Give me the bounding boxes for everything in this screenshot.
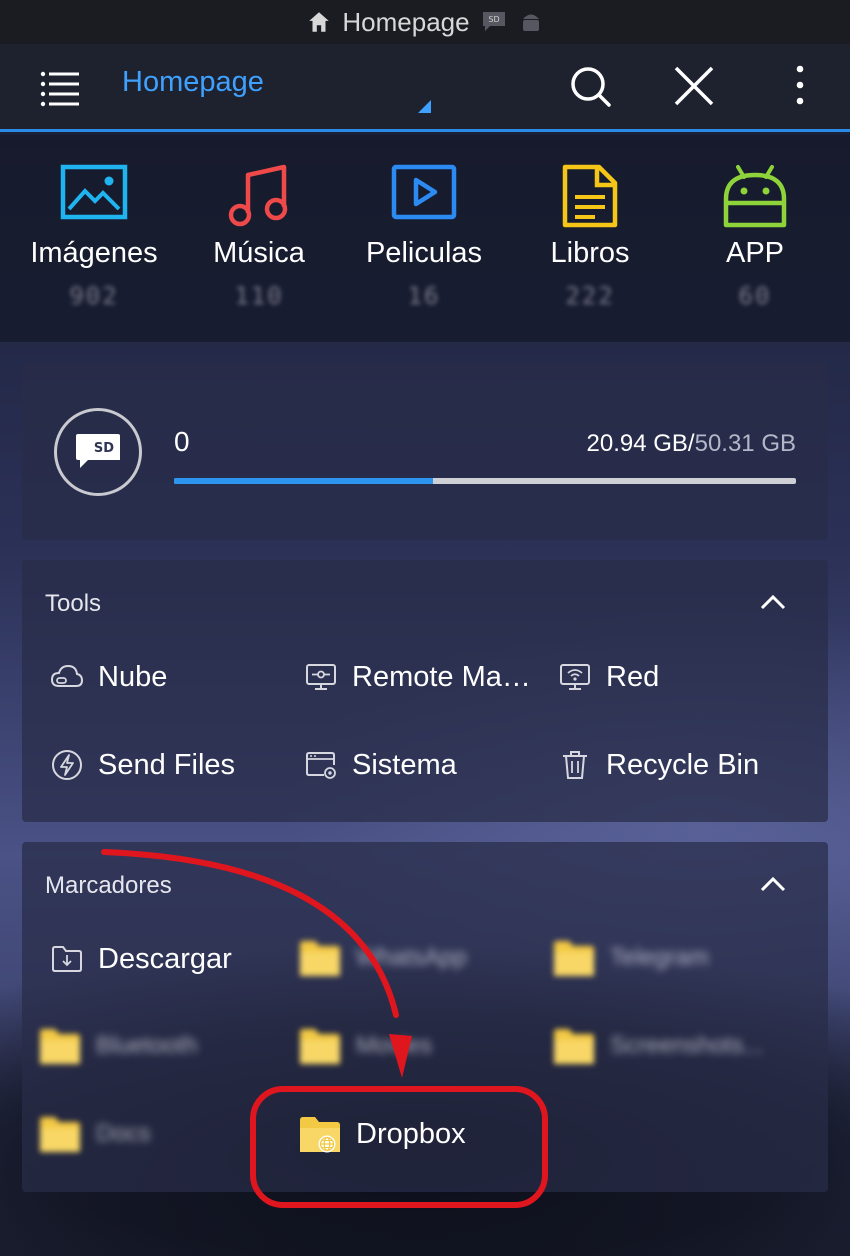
tool-label: Red xyxy=(606,660,660,693)
more-vertical-icon xyxy=(796,65,804,105)
bookmark-label: Dropbox xyxy=(356,1117,466,1150)
status-bar: Homepage SD xyxy=(0,0,850,44)
more-options-button[interactable] xyxy=(780,62,820,110)
menu-icon xyxy=(40,71,79,107)
bookmarks-card: Marcadores Descargar WhatsApp Telegram B… xyxy=(22,842,828,1192)
search-icon xyxy=(571,67,611,107)
folder-network-icon xyxy=(300,1117,340,1153)
folder-icon xyxy=(300,1029,340,1064)
bookmark-folder[interactable]: Telegram xyxy=(552,938,802,978)
remote-monitor-icon xyxy=(304,660,338,694)
category-label: Música xyxy=(213,237,305,269)
image-icon xyxy=(60,164,128,220)
bookmark-label: Telegram xyxy=(610,944,709,971)
close-icon xyxy=(674,66,714,106)
tool-label: Nube xyxy=(98,660,168,693)
category-count: 902 xyxy=(69,282,119,310)
storage-name: 0 xyxy=(174,426,190,457)
bookmark-folder[interactable]: Screenshots... xyxy=(552,1026,802,1066)
tool-label: Send Files xyxy=(98,748,236,781)
bookmark-label: Screenshots... xyxy=(610,1032,764,1059)
category-label: Libros xyxy=(550,237,630,269)
storage-card[interactable]: SD 0 20.94 GB/50.31 GB xyxy=(22,362,828,540)
android-icon xyxy=(723,165,787,228)
category-count: 222 xyxy=(565,282,615,310)
tool-label: Remote Ma… xyxy=(352,660,531,693)
app-bar-title[interactable]: Homepage xyxy=(122,66,264,99)
tools-title: Tools xyxy=(45,590,102,617)
tools-card: Tools Nube Remote Ma… Red Send Files Sis… xyxy=(22,560,828,822)
category-label: Peliculas xyxy=(365,237,483,269)
bookmarks-collapse-button[interactable] xyxy=(758,872,788,896)
sd-card-icon: SD xyxy=(76,434,120,468)
bookmark-dropbox[interactable]: Dropbox xyxy=(298,1114,538,1154)
storage-usage: 20.94 GB/50.31 GB xyxy=(587,430,796,458)
folder-icon xyxy=(554,941,594,976)
home-icon xyxy=(306,9,332,35)
tool-system[interactable]: Sistema xyxy=(304,748,544,782)
category-books[interactable]: Libros 222 xyxy=(505,163,675,323)
category-count: 110 xyxy=(234,282,284,310)
tool-cloud[interactable]: Nube xyxy=(50,660,290,694)
category-count: 60 xyxy=(738,282,772,310)
bookmark-label: Bluetooth xyxy=(96,1032,198,1059)
category-label: Imágenes xyxy=(30,237,158,269)
video-icon xyxy=(391,164,457,220)
tool-label: Sistema xyxy=(352,748,457,781)
svg-text:SD: SD xyxy=(488,15,499,24)
status-bar-title: Homepage xyxy=(342,6,470,37)
storage-used: 20.94 GB xyxy=(586,430,688,457)
lightning-icon xyxy=(50,748,84,782)
tool-remote-manager[interactable]: Remote Ma… xyxy=(304,660,544,694)
folder-icon xyxy=(40,1029,80,1064)
tool-send-files[interactable]: Send Files xyxy=(50,748,290,782)
tool-recycle-bin[interactable]: Recycle Bin xyxy=(558,748,803,782)
bookmark-label: Docs xyxy=(96,1120,151,1147)
category-bar: Imágenes 902 Música 110 Peliculas 16 Lib… xyxy=(0,135,850,342)
category-label: APP xyxy=(725,237,785,269)
bookmark-descargar[interactable]: Descargar xyxy=(50,942,290,976)
system-settings-icon xyxy=(304,748,338,782)
sd-card-badge: SD xyxy=(54,408,142,496)
category-count: 16 xyxy=(407,282,441,310)
chevron-up-icon xyxy=(760,876,786,892)
category-movies[interactable]: Peliculas 16 xyxy=(339,163,509,323)
cloud-icon xyxy=(50,660,84,694)
location-dropdown-indicator[interactable] xyxy=(418,100,431,113)
category-images[interactable]: Imágenes 902 xyxy=(9,163,179,323)
category-apps[interactable]: APP 60 xyxy=(670,163,840,323)
storage-separator: / xyxy=(687,430,695,457)
sd-card-icon: SD xyxy=(480,9,508,35)
tools-collapse-button[interactable] xyxy=(758,590,788,614)
tool-label: Recycle Bin xyxy=(606,748,760,781)
bookmark-folder[interactable]: Docs xyxy=(38,1114,278,1154)
folder-icon xyxy=(300,941,340,976)
network-icon xyxy=(558,660,592,694)
app-bar: Homepage xyxy=(0,44,850,132)
category-music[interactable]: Música 110 xyxy=(174,163,344,323)
bookmark-label: Descargar xyxy=(98,942,232,975)
svg-text:SD: SD xyxy=(94,441,114,456)
close-button[interactable] xyxy=(670,62,718,110)
download-folder-icon xyxy=(50,942,84,976)
bookmarks-title: Marcadores xyxy=(45,872,172,899)
storage-progress-bar xyxy=(174,478,796,484)
tool-network[interactable]: Red xyxy=(558,660,798,694)
document-icon xyxy=(562,164,618,228)
bookmark-folder[interactable]: Movies xyxy=(298,1026,538,1066)
chevron-up-icon xyxy=(760,594,786,610)
trash-icon xyxy=(558,748,592,782)
bookmark-folder[interactable]: Bluetooth xyxy=(38,1026,278,1066)
bookmark-label: WhatsApp xyxy=(356,944,467,971)
bookmark-folder[interactable]: WhatsApp xyxy=(298,938,538,978)
storage-progress-fill xyxy=(174,478,433,484)
folder-icon xyxy=(554,1029,594,1064)
music-icon xyxy=(228,164,288,227)
android-icon xyxy=(518,9,544,35)
search-button[interactable] xyxy=(566,62,614,110)
bookmark-label: Movies xyxy=(356,1032,433,1059)
folder-icon xyxy=(40,1117,80,1152)
storage-total: 50.31 GB xyxy=(694,430,796,457)
menu-button[interactable] xyxy=(38,66,82,110)
